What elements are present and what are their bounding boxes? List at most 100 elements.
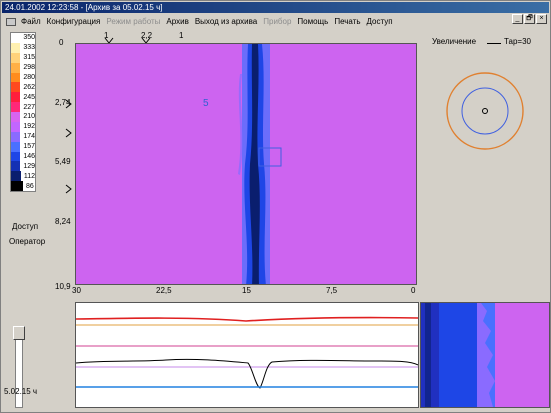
scale-row: 129 xyxy=(11,161,35,172)
scale-value: 333 xyxy=(23,44,35,52)
history-canvas xyxy=(421,303,549,407)
scale-swatch xyxy=(11,181,23,191)
black-trace xyxy=(75,358,419,389)
scale-swatch xyxy=(11,52,21,63)
menu-exit-archive[interactable]: Выход из архива xyxy=(192,15,260,28)
y-marker-arrow-3[interactable] xyxy=(65,184,73,194)
scale-row: 333 xyxy=(11,42,35,53)
scale-value: 192 xyxy=(23,123,35,131)
scale-value: 227 xyxy=(23,103,35,111)
scale-swatch xyxy=(11,151,21,162)
menu-access[interactable]: Доступ xyxy=(364,15,396,28)
app-window: 24.01.2002 12:23:58 - [Архив за 05.02.15… xyxy=(0,0,551,413)
y-marker-arrow-2[interactable] xyxy=(65,128,73,138)
thermal-heatmap[interactable]: 5 xyxy=(75,43,417,285)
scale-value: 129 xyxy=(23,162,35,170)
x-tick-0: 30 xyxy=(72,286,81,295)
scale-row: 262 xyxy=(11,82,35,93)
scale-value: 245 xyxy=(23,93,35,101)
scale-swatch xyxy=(11,171,21,182)
tar-label: Тар=30 xyxy=(504,37,531,46)
scale-swatch xyxy=(11,72,21,83)
zoom-view[interactable] xyxy=(419,46,549,176)
scale-row: 298 xyxy=(11,62,35,73)
menu-print[interactable]: Печать xyxy=(331,15,363,28)
access-label: Доступ xyxy=(12,222,39,231)
scale-value: 146 xyxy=(23,152,35,160)
scale-value: 298 xyxy=(23,64,35,72)
y-tick-2: 5,49 xyxy=(55,157,71,166)
inner-circle xyxy=(461,87,509,135)
scale-value: 315 xyxy=(23,54,35,62)
thermal-history-thumbnail[interactable] xyxy=(420,302,550,408)
x-tick-1: 22,5 xyxy=(156,286,172,295)
top-marker-label-3: 1 xyxy=(179,31,184,40)
scale-row: 112 xyxy=(11,171,35,182)
scale-value: 157 xyxy=(23,143,35,151)
scale-row: 315 xyxy=(11,52,35,63)
outer-circle xyxy=(446,72,524,150)
scale-value: 280 xyxy=(23,73,35,81)
menu-bar: Файл Конфигурация Режим работы Архив Вых… xyxy=(2,14,549,29)
y-tick-4: 10,9 xyxy=(55,282,71,291)
scale-swatch xyxy=(11,121,21,132)
x-tick-2: 15 xyxy=(242,286,251,295)
red-trace xyxy=(75,316,419,322)
scale-swatch xyxy=(11,62,21,73)
scale-row: 86 xyxy=(11,181,35,191)
app-menu-icon[interactable] xyxy=(6,17,16,26)
operator-label: Оператор xyxy=(9,237,46,246)
scale-swatch xyxy=(11,42,21,53)
scale-swatch xyxy=(11,161,21,172)
profile-canvas xyxy=(75,316,419,389)
region-label: 5 xyxy=(203,98,209,109)
scale-swatch xyxy=(11,112,21,122)
scale-row: 280 xyxy=(11,72,35,83)
scale-value: 174 xyxy=(23,133,35,141)
scale-swatch xyxy=(11,141,21,152)
scale-row: 245 xyxy=(11,92,35,103)
menu-configuration[interactable]: Конфигурация xyxy=(44,15,104,28)
scale-row: 174 xyxy=(11,131,35,142)
center-point xyxy=(482,108,488,114)
y-marker-arrow-1[interactable] xyxy=(65,99,73,109)
scale-value: 86 xyxy=(26,182,34,190)
time-slider-thumb[interactable] xyxy=(13,326,25,340)
scale-swatch xyxy=(11,33,21,43)
scale-swatch xyxy=(11,131,21,142)
menu-archive[interactable]: Архив xyxy=(163,15,191,28)
scale-row: 146 xyxy=(11,151,35,162)
tar-dash xyxy=(487,43,501,44)
menu-work-mode: Режим работы xyxy=(106,17,161,26)
scale-value: 350 xyxy=(23,34,35,42)
scale-row: 350 xyxy=(11,33,35,43)
window-buttons: _ 🗗 × xyxy=(512,14,547,24)
x-tick-3: 7,5 xyxy=(326,286,338,295)
y-tick-3: 8,24 xyxy=(55,217,71,226)
close-button[interactable]: × xyxy=(536,14,547,24)
scale-row: 157 xyxy=(11,141,35,152)
band-edge xyxy=(238,74,243,175)
scale-value: 112 xyxy=(23,172,35,180)
menu-device: Прибор xyxy=(263,17,292,26)
scale-swatch xyxy=(11,92,21,103)
scale-swatch xyxy=(11,102,21,112)
zoom-label: Увеличение xyxy=(432,37,477,46)
scale-row: 192 xyxy=(11,121,35,132)
scale-swatch xyxy=(11,82,21,93)
time-label: 5.02.15 ч xyxy=(4,387,38,396)
scale-row: 210 xyxy=(11,112,35,122)
menu-help[interactable]: Помощь xyxy=(294,15,331,28)
color-scale-legend: 350 333 315 298 280 262 245 227 210 192 174 157 146 1… xyxy=(10,32,36,192)
restore-button[interactable]: 🗗 xyxy=(524,14,535,24)
menu-file[interactable]: Файл xyxy=(18,15,44,28)
heatmap-canvas: 5 xyxy=(203,44,282,284)
scale-row: 227 xyxy=(11,102,35,112)
profile-plot[interactable] xyxy=(75,302,419,408)
y-tick-0: 0 xyxy=(59,38,64,47)
minimize-button[interactable]: _ xyxy=(512,14,523,24)
x-tick-4: 0 xyxy=(411,286,416,295)
scale-value: 262 xyxy=(23,83,35,91)
window-title: 24.01.2002 12:23:58 - [Архив за 05.02.15… xyxy=(2,2,549,13)
scale-value: 210 xyxy=(23,113,35,121)
